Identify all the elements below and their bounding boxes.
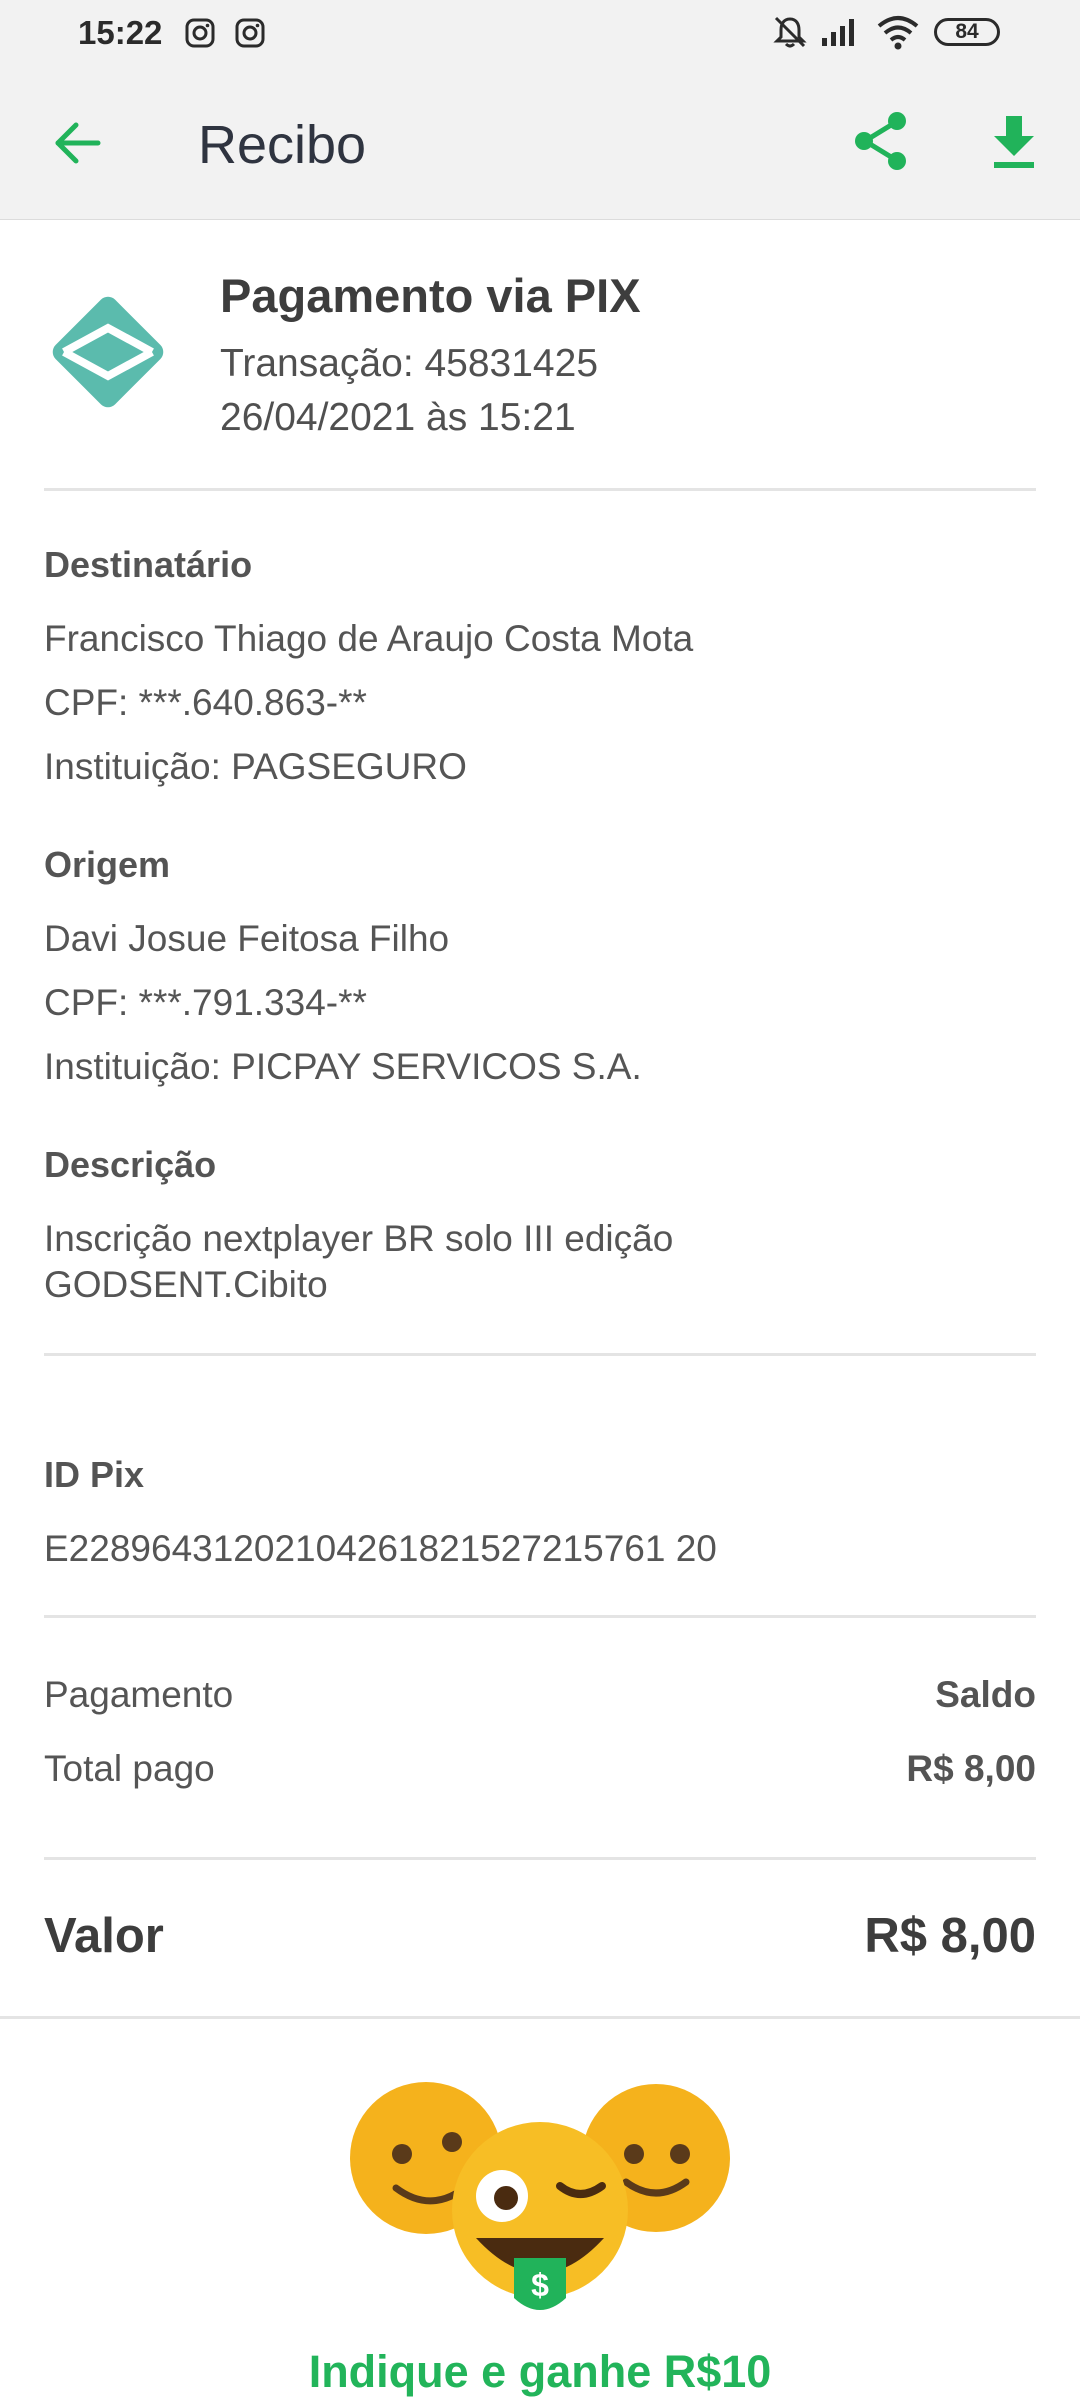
descricao-line-2: GODSENT.Cibito: [44, 1264, 328, 1305]
payment-method-label: Pagamento: [44, 1674, 234, 1715]
valor-label: Valor: [44, 1909, 164, 1963]
battery-icon: 84: [934, 18, 1000, 46]
instagram-icon: [185, 18, 215, 48]
destinatario-name: Francisco Thiago de Araujo Costa Mota: [44, 618, 694, 659]
pix-logo-icon: [52, 296, 164, 408]
valor-value: R$ 8,00: [864, 1909, 1036, 1963]
destinatario-institution: Instituição: PAGSEGURO: [44, 746, 467, 787]
origem-cpf: CPF: ***.791.334-**: [44, 982, 367, 1023]
mute-icon: [773, 16, 807, 48]
origem-institution: Instituição: PICPAY SERVICOS S.A.: [44, 1046, 642, 1087]
back-arrow-icon[interactable]: [50, 116, 104, 170]
page-title: Recibo: [198, 115, 367, 175]
divider: [44, 488, 1036, 491]
destinatario-cpf: CPF: ***.640.863-**: [44, 682, 367, 723]
total-paid-label: Total pago: [44, 1748, 215, 1789]
app-bar: Recibo: [0, 66, 1080, 220]
download-icon[interactable]: [990, 114, 1038, 170]
origem-label: Origem: [44, 844, 171, 885]
origem-name: Davi Josue Feitosa Filho: [44, 918, 450, 959]
svg-text:$: $: [531, 2267, 549, 2303]
destinatario-label: Destinatário: [44, 544, 253, 585]
id-pix-value: E22896431202104261821527215761 20: [44, 1528, 717, 1569]
share-icon[interactable]: [852, 110, 910, 172]
divider: [44, 1353, 1036, 1356]
descricao-line-1: Inscrição nextplayer BR solo III edição: [44, 1218, 674, 1259]
referral-promo-text[interactable]: Indique e ganhe R$10: [0, 2346, 1080, 2398]
status-time: 15:22: [78, 14, 163, 51]
descricao-label: Descrição: [44, 1144, 217, 1185]
wifi-icon: [877, 16, 919, 50]
payment-method-value: Saldo: [935, 1674, 1036, 1715]
divider: [44, 1615, 1036, 1618]
status-bar: 15:22 84: [0, 0, 1080, 66]
id-pix-label: ID Pix: [44, 1454, 145, 1495]
divider: [44, 1857, 1036, 1860]
transaction-datetime: 26/04/2021 às 15:21: [220, 396, 576, 439]
instagram-icon: [235, 18, 265, 48]
emoji-group-icon: $: [350, 2082, 730, 2310]
total-paid-value: R$ 8,00: [906, 1748, 1036, 1789]
payment-title: Pagamento via PIX: [220, 269, 641, 322]
signal-icon: [822, 19, 854, 46]
transaction-id: Transação: 45831425: [220, 342, 599, 385]
